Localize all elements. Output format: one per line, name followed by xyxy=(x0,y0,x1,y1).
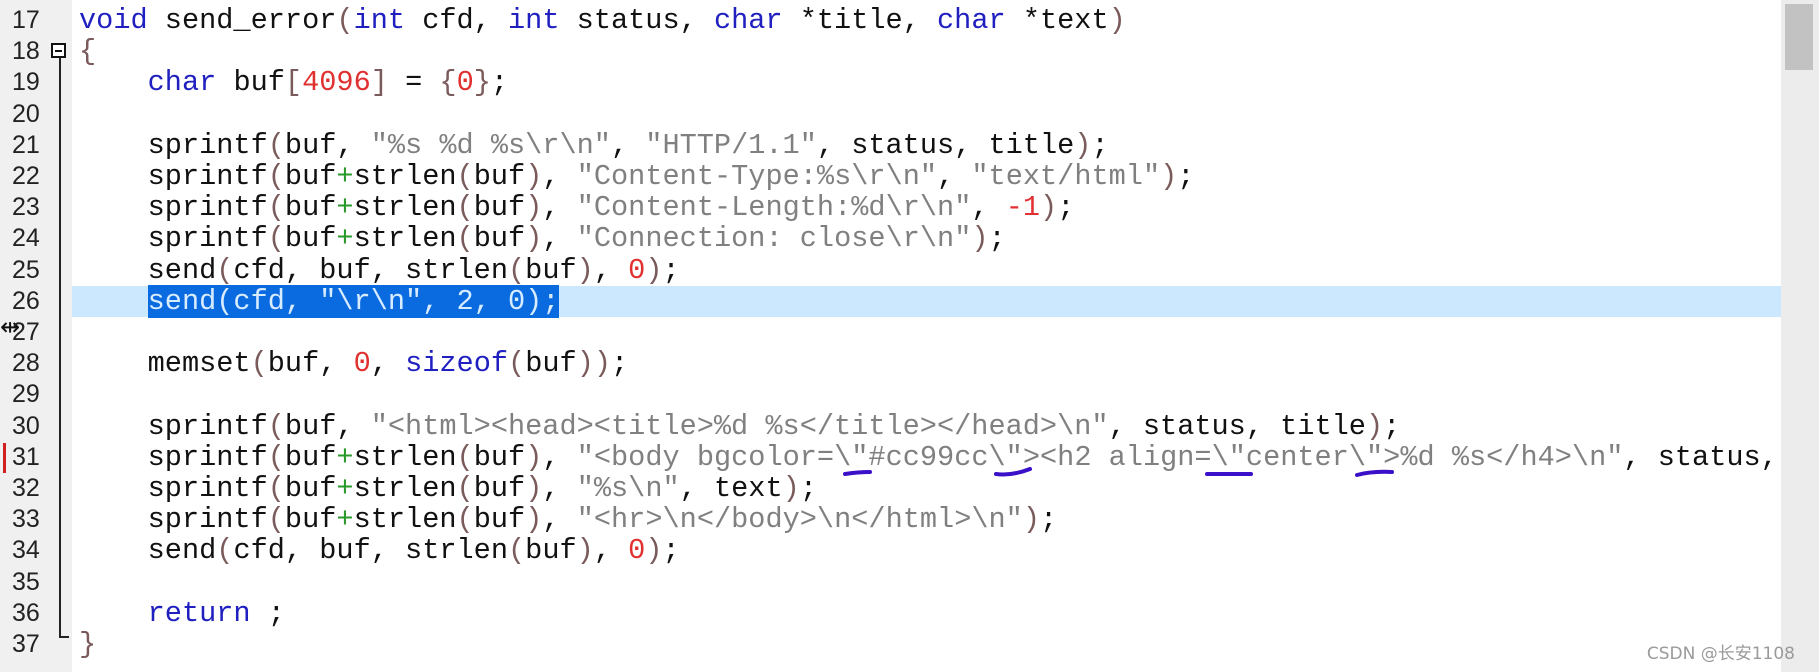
scrollbar-thumb[interactable] xyxy=(1785,4,1813,70)
line-number: 23 xyxy=(12,193,40,222)
line-number: 33 xyxy=(12,505,40,534)
line-number: 36 xyxy=(12,598,40,627)
line-number: 31 xyxy=(12,442,40,471)
line-number: 37 xyxy=(12,630,40,658)
line-number: 29 xyxy=(12,380,40,409)
line-number: 20 xyxy=(12,99,40,128)
annotation-underline xyxy=(1355,469,1394,477)
line-number: 24 xyxy=(12,224,40,253)
line-number: 30 xyxy=(12,411,40,440)
line-number: 28 xyxy=(12,349,40,378)
line-number: 18 xyxy=(12,37,40,66)
annotation-underline xyxy=(994,467,1032,477)
vertical-scrollbar[interactable] xyxy=(1781,0,1819,672)
line-number: 34 xyxy=(12,536,40,565)
line-number: 26 xyxy=(12,286,40,315)
line-number: 22 xyxy=(12,162,40,190)
line-number: 21 xyxy=(12,130,40,159)
pen-annotations xyxy=(843,467,1394,477)
line-number: 35 xyxy=(12,567,40,596)
line-number: 19 xyxy=(12,68,40,97)
line-number: 17 xyxy=(12,6,40,34)
watermark: CSDN @长安1108 xyxy=(1646,644,1795,664)
line-number: 32 xyxy=(12,474,40,502)
line-number: 27 xyxy=(12,318,40,346)
annotation-underline xyxy=(843,470,872,476)
line-number: 25 xyxy=(12,255,40,284)
